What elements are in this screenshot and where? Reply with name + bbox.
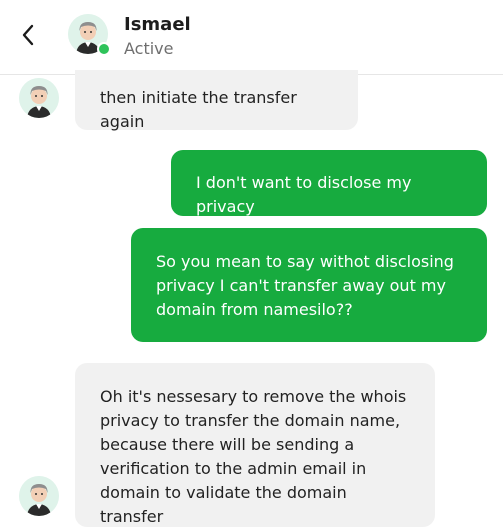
message-bubble-outgoing[interactable]: So you mean to say withot disclosing pri… bbox=[131, 228, 487, 342]
chat-header: Ismael Active bbox=[0, 0, 503, 75]
back-button[interactable] bbox=[14, 20, 42, 50]
online-status-dot bbox=[97, 42, 111, 56]
message-bubble-incoming[interactable]: Oh it's nessesary to remove the whois pr… bbox=[75, 363, 435, 527]
message-bubble-incoming[interactable]: then initiate the transfer again bbox=[75, 70, 358, 131]
contact-name[interactable]: Ismael bbox=[124, 14, 191, 35]
chevron-left-icon bbox=[22, 24, 34, 46]
contact-status: Active bbox=[124, 39, 174, 58]
message-bubble-outgoing[interactable]: I don't want to disclose my privacy bbox=[171, 150, 487, 216]
sender-avatar[interactable] bbox=[19, 78, 59, 118]
sender-avatar[interactable] bbox=[19, 476, 59, 516]
